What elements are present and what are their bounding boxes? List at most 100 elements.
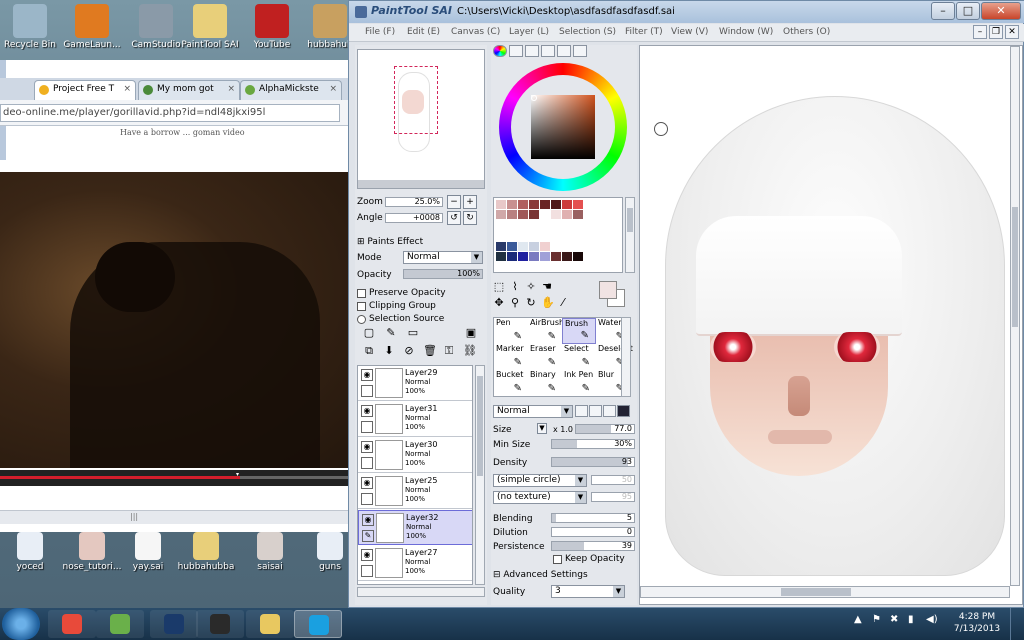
user-palette-tab[interactable]: [573, 45, 587, 57]
taskbar-app[interactable]: [196, 610, 244, 638]
tool-binary[interactable]: Binary ✎: [528, 370, 562, 396]
rotate-icon[interactable]: ↻: [525, 297, 537, 309]
menu-item[interactable]: Window (W): [719, 27, 773, 37]
brush-shape-select[interactable]: (simple circle) ▼: [493, 474, 587, 487]
drawing-canvas[interactable]: [639, 45, 1023, 605]
blend-mode-select[interactable]: Normal ▼: [403, 251, 483, 264]
edit-lock-icon[interactable]: [361, 385, 373, 397]
move-icon[interactable]: ✥: [493, 297, 505, 309]
show-desktop-button[interactable]: [1010, 608, 1024, 640]
color-wheel-tab[interactable]: [493, 45, 507, 57]
color-indicator[interactable]: [599, 281, 625, 307]
clear-icon[interactable]: ⊘: [403, 345, 415, 357]
desktop-icon[interactable]: PaintTool SAI: [180, 4, 240, 50]
eyedropper-icon[interactable]: ⁄: [557, 297, 569, 309]
texture-select[interactable]: (no texture) ▼: [493, 491, 587, 504]
layer-hscrollbar[interactable]: [357, 587, 485, 597]
rotate-left-button[interactable]: ↺: [447, 211, 461, 225]
color-swatch[interactable]: [551, 242, 561, 251]
scroll-grip[interactable]: |||: [130, 512, 138, 521]
option-checkbox[interactable]: [357, 302, 366, 311]
link-icon[interactable]: ⛓: [463, 345, 477, 357]
canvas-vscrollbar[interactable]: [1010, 46, 1020, 586]
zoom-slider[interactable]: 25.0%: [385, 197, 443, 207]
desktop-icon[interactable]: YouTube: [242, 4, 302, 50]
desktop-icon[interactable]: hubbahubba: [176, 532, 236, 572]
color-swatch[interactable]: [529, 210, 539, 219]
layer-row[interactable]: ◉ Layer31 Normal 100%: [358, 402, 472, 437]
angle-slider[interactable]: +0008: [385, 213, 443, 223]
option-checkbox[interactable]: [357, 315, 366, 324]
tool-scrollbar[interactable]: [621, 317, 631, 397]
navigator-viewport[interactable]: [394, 66, 438, 134]
zoom-icon[interactable]: ⚲: [509, 297, 521, 309]
layer-row[interactable]: ◉ Layer27 Normal 100%: [358, 546, 472, 581]
canvas-vscroll-thumb[interactable]: [1012, 207, 1018, 327]
color-swatch[interactable]: [529, 252, 539, 261]
rotate-right-button[interactable]: ↻: [463, 211, 477, 225]
browser-tab[interactable]: AlphaMickste ×: [240, 80, 342, 100]
tool-brush[interactable]: Brush ✎: [562, 318, 596, 344]
layer-row[interactable]: ◉ Layer30 Normal 100%: [358, 438, 472, 473]
layer-row[interactable]: ◉Layer24: [358, 582, 472, 584]
canvas-hscroll-thumb[interactable]: [781, 588, 851, 596]
color-swatch[interactable]: [496, 242, 506, 251]
tool-pen[interactable]: Pen ✎: [494, 318, 528, 344]
layer-row[interactable]: ◉ Layer29 Normal 100%: [358, 366, 472, 401]
saturation-value-square[interactable]: [531, 95, 595, 159]
video-seekbar[interactable]: ▾: [0, 470, 348, 486]
swatch-grid[interactable]: [493, 197, 623, 273]
visibility-eye-icon[interactable]: ◉: [361, 441, 373, 453]
color-swatch[interactable]: [573, 200, 583, 209]
color-swatch[interactable]: [529, 200, 539, 209]
seek-handle-icon[interactable]: ▾: [236, 471, 239, 478]
color-swatch[interactable]: [507, 210, 517, 219]
desktop-icon[interactable]: Recycle Bin: [0, 4, 60, 50]
color-swatch[interactable]: [573, 242, 583, 251]
minsize-slider[interactable]: 30%: [551, 439, 635, 449]
brush-blend-select[interactable]: Normal ▼: [493, 405, 573, 418]
zoom-out-button[interactable]: −: [447, 195, 461, 209]
visibility-eye-icon[interactable]: ◉: [361, 405, 373, 417]
canvas-hscrollbar[interactable]: [640, 586, 1010, 598]
visibility-eye-icon[interactable]: ◉: [361, 549, 373, 561]
lasso-icon[interactable]: ⌇: [509, 281, 521, 293]
hand-icon[interactable]: ☚: [541, 281, 553, 293]
color-swatch[interactable]: [507, 200, 517, 209]
new-vector-layer-icon[interactable]: ✎: [385, 327, 397, 339]
copy-layer-icon[interactable]: ⧉: [363, 345, 375, 357]
layer-list[interactable]: ◉ Layer29 Normal 100% ◉ Layer31 Normal 100% ◉ Lay…: [357, 365, 473, 585]
volume-icon[interactable]: ◀): [926, 614, 938, 625]
menu-item[interactable]: Selection (S): [559, 27, 616, 37]
color-swatch[interactable]: [562, 242, 572, 251]
menu-item[interactable]: View (V): [671, 27, 708, 37]
desktop-icon[interactable]: GameLaun...: [62, 4, 122, 50]
tool-ink-pen[interactable]: Ink Pen ✎: [562, 370, 596, 396]
mask-icon[interactable]: ▣: [465, 327, 477, 339]
edit-lock-icon[interactable]: [361, 457, 373, 469]
shape-peak-icon[interactable]: [603, 405, 616, 417]
menu-item[interactable]: Filter (T): [625, 27, 663, 37]
quality-select[interactable]: 3 ▼: [551, 585, 625, 598]
edit-lock-icon[interactable]: [361, 421, 373, 433]
color-swatch[interactable]: [496, 252, 506, 261]
rect-select-icon[interactable]: ⬚: [493, 281, 505, 293]
color-swatch[interactable]: [540, 210, 550, 219]
shape-square-icon[interactable]: [617, 405, 630, 417]
navigator[interactable]: [357, 49, 485, 189]
video-player[interactable]: [0, 172, 348, 468]
color-swatch[interactable]: [540, 252, 550, 261]
menu-item[interactable]: Layer (L): [509, 27, 549, 37]
merge-icon[interactable]: ⬇: [383, 345, 395, 357]
inner-minimize-button[interactable]: –: [973, 25, 987, 39]
foreground-color[interactable]: [599, 281, 617, 299]
desktop-icon[interactable]: CamStudio: [126, 4, 186, 50]
tool-marker[interactable]: Marker ✎: [494, 344, 528, 370]
density-slider[interactable]: 93: [551, 457, 635, 467]
zoom-in-button[interactable]: +: [463, 195, 477, 209]
swatch-scrollbar[interactable]: [625, 197, 635, 273]
color-swatch[interactable]: [551, 200, 561, 209]
lock-icon[interactable]: ⚿: [443, 345, 455, 357]
maximize-button[interactable]: □: [956, 2, 980, 20]
keep-opacity-checkbox[interactable]: [553, 555, 562, 564]
